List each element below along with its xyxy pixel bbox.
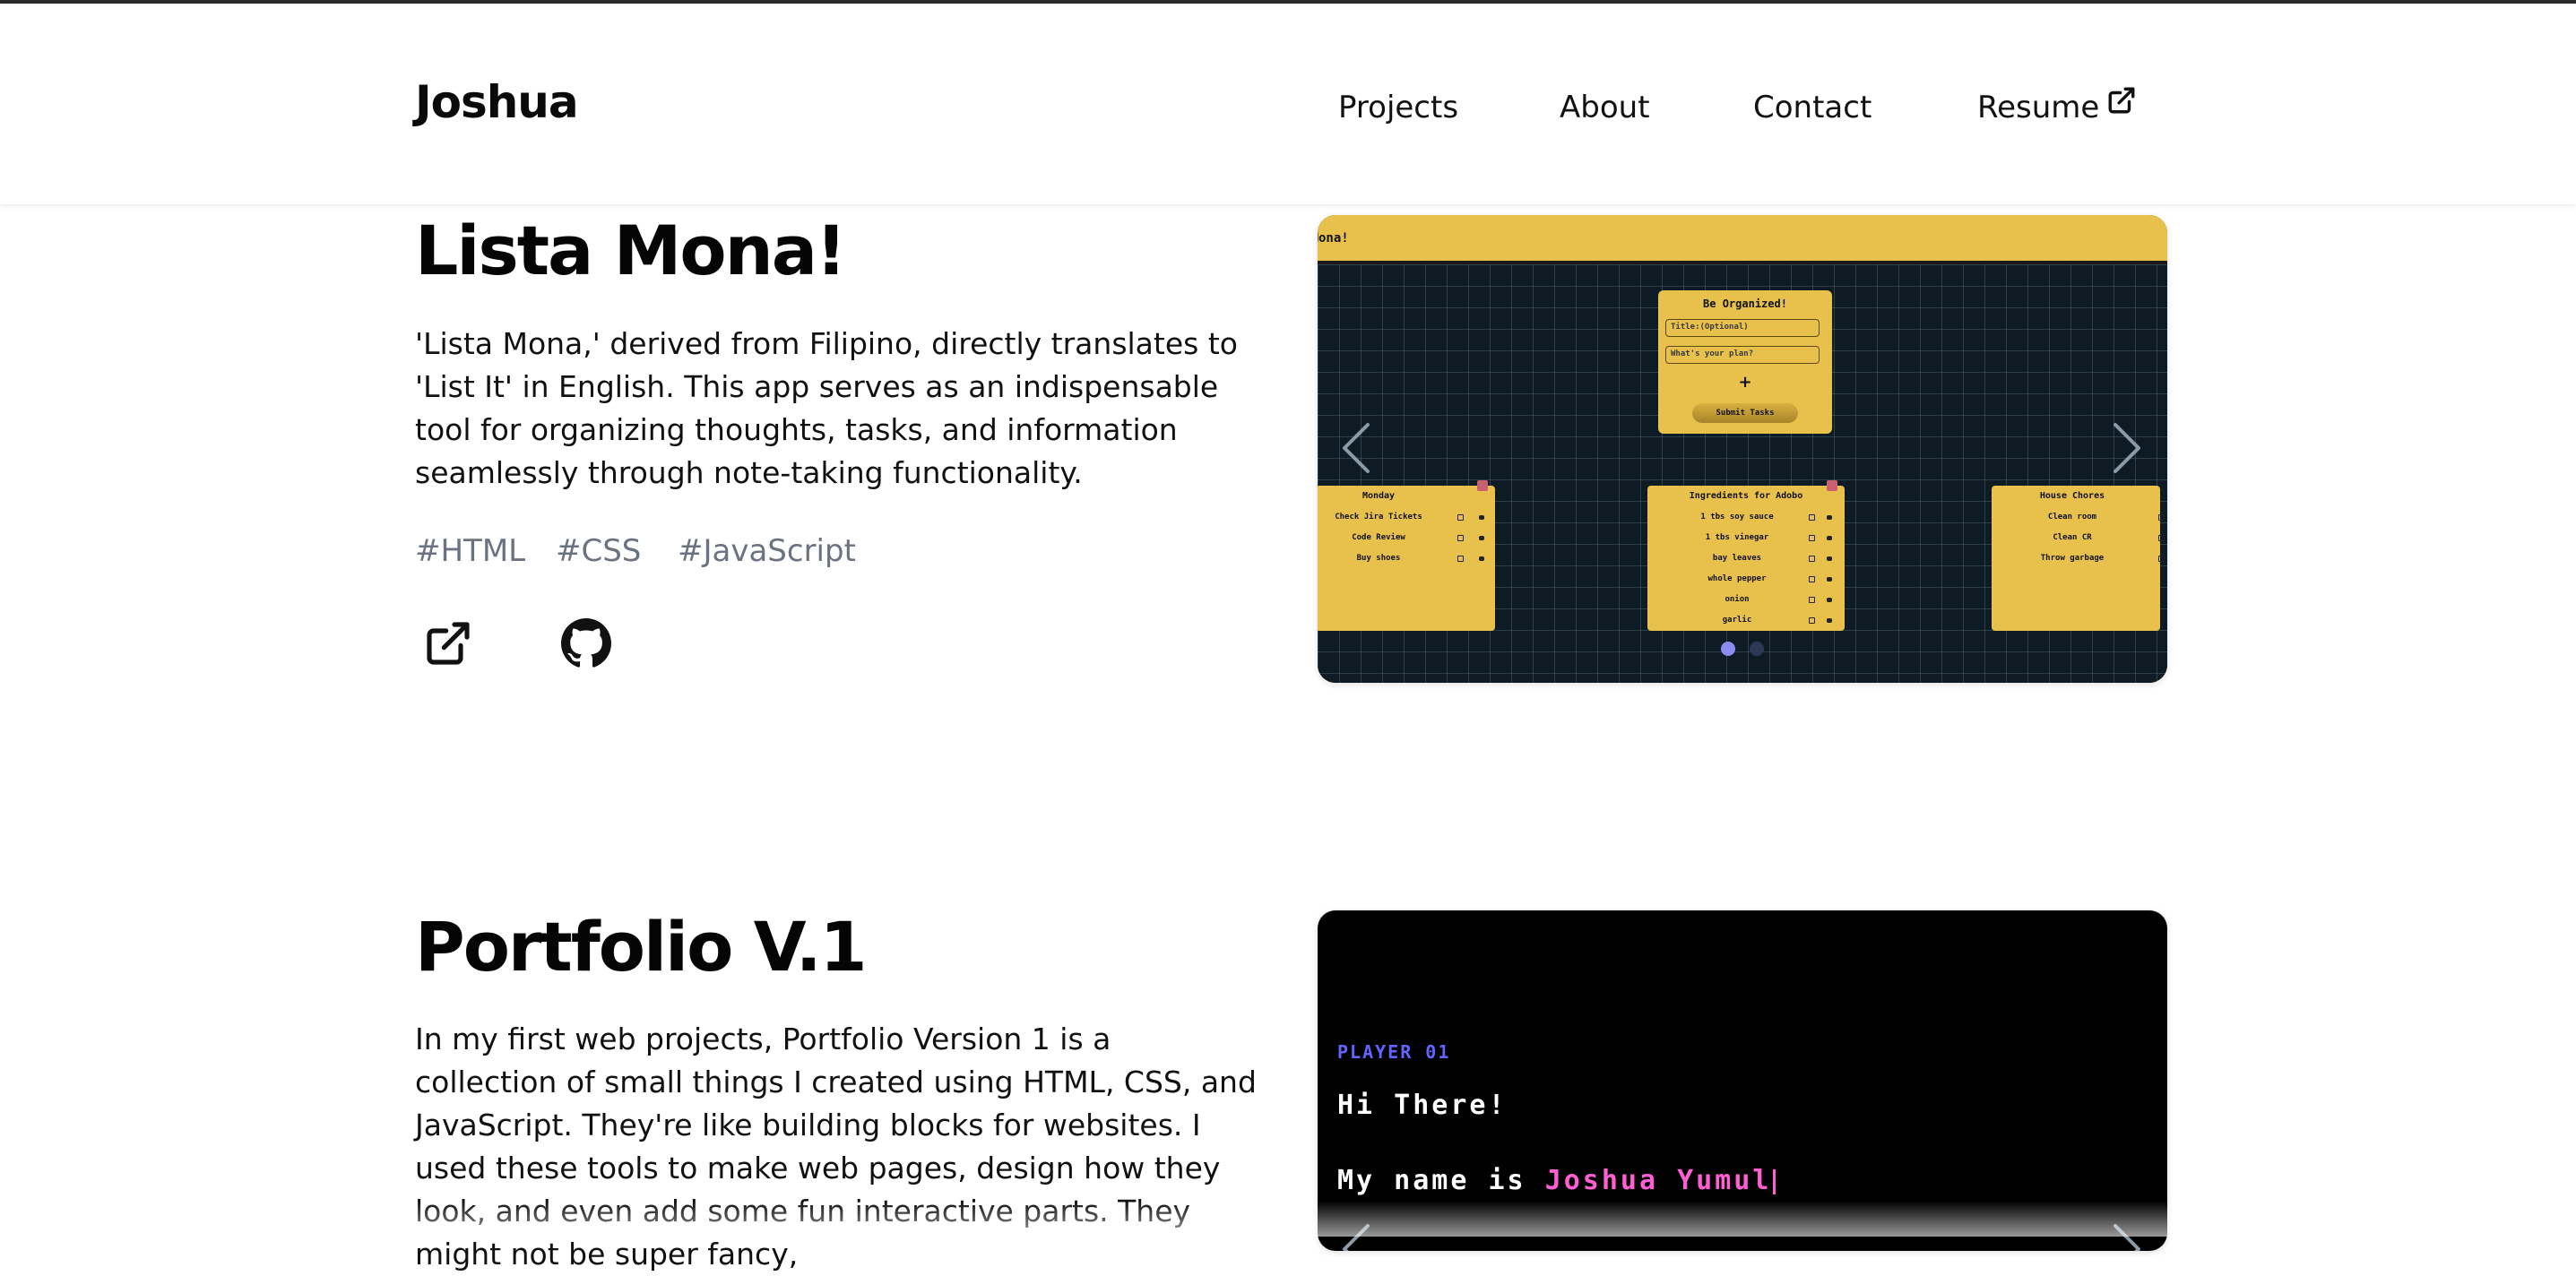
project-description: In my first web projects, Portfolio Vers… <box>415 1022 1257 1272</box>
edit-icon <box>1809 514 1815 521</box>
preview-note-adobo: Ingredients for Adobo 1 tbs soy sauce 1 … <box>1647 480 1845 631</box>
project-description: 'Lista Mona,' derived from Filipino, dir… <box>415 326 1238 490</box>
edit-icon <box>1809 556 1815 562</box>
preview-app-title: Lista Mona! <box>1318 231 1349 246</box>
nav-about-link[interactable]: About <box>1560 86 1650 129</box>
nav-resume-link[interactable]: Resume <box>1977 86 2137 129</box>
project-preview-carousel: Lista Mona! Be Organized! Title:(Optiona… <box>1318 215 2167 683</box>
carousel-next-chevron-icon[interactable] <box>2112 421 2142 475</box>
preview-task-form: Be Organized! Title:(Optional) What's yo… <box>1658 290 1832 434</box>
note-item: Check Jira Tickets <box>1318 507 1495 528</box>
site-header: Joshua Projects About Contact Resume <box>0 4 2576 204</box>
edit-icon <box>1809 597 1815 603</box>
carousel-dot[interactable] <box>1750 642 1764 656</box>
note-item: Clean CR <box>1992 528 2165 548</box>
preview-app-bar: Lista Mona! <box>1318 215 2167 264</box>
bottom-scroll-fade <box>0 1201 2576 1237</box>
edit-icon <box>2158 535 2165 541</box>
preview-plan-input: What's your plan? <box>1665 346 1820 364</box>
edit-icon <box>1457 556 1464 562</box>
preview-name-line: My name is Joshua Yumul <box>1337 1165 1776 1196</box>
delete-icon <box>1827 618 1832 623</box>
delete-icon <box>1827 536 1832 540</box>
preview-player-label: PLAYER 01 <box>1337 1041 1451 1063</box>
preview-form-title: Be Organized! <box>1703 297 1787 310</box>
typing-cursor <box>1773 1168 1776 1194</box>
edit-icon <box>1457 514 1464 521</box>
preview-title-input: Title:(Optional) <box>1665 319 1820 337</box>
note-item: 1 tbs vinegar <box>1647 528 1845 548</box>
note-item: Code Review <box>1318 528 1495 548</box>
note-title: Monday <box>1361 491 1396 501</box>
github-icon[interactable] <box>561 618 611 668</box>
note-delete-pin <box>1827 480 1837 491</box>
carousel-next-chevron-icon[interactable] <box>2112 1222 2142 1251</box>
preview-add-field-plus: + <box>1738 373 1752 392</box>
preview-name-highlight: Joshua Yumul <box>1544 1165 1772 1196</box>
external-link-icon <box>2106 84 2137 127</box>
preview-greeting: Hi There! <box>1337 1090 1508 1121</box>
note-title: House Chores <box>2039 491 2105 501</box>
live-demo-link-icon[interactable] <box>423 618 473 668</box>
edit-icon <box>1457 535 1464 541</box>
tag-html: #HTML <box>415 533 526 569</box>
preview-note-house-chores: House Chores Clean room Clean CR Throw g… <box>1992 486 2165 631</box>
preview-name-prefix: My name is <box>1337 1165 1545 1196</box>
project-title: Portfolio V.1 <box>415 907 868 987</box>
note-item: garlic <box>1647 610 1845 631</box>
tag-css: #CSS <box>556 533 642 569</box>
project-preview-carousel: PLAYER 01 Hi There! My name is Joshua Yu… <box>1318 910 2167 1251</box>
edit-icon <box>2158 514 2165 521</box>
carousel-prev-chevron-icon[interactable] <box>1341 1222 1371 1251</box>
delete-icon <box>1827 577 1832 582</box>
delete-icon <box>1479 515 1484 520</box>
carousel-prev-chevron-icon[interactable] <box>1341 421 1371 475</box>
nav-contact-link[interactable]: Contact <box>1753 86 1871 129</box>
note-delete-pin <box>1477 480 1488 491</box>
edit-icon <box>1809 576 1815 582</box>
note-title: Ingredients for Adobo <box>1689 491 1803 501</box>
nav-resume-label: Resume <box>1977 90 2100 125</box>
note-item: onion <box>1647 590 1845 610</box>
delete-icon <box>1479 556 1484 561</box>
project-title: Lista Mona! <box>415 211 847 290</box>
main-nav: Projects About Contact Resume <box>0 86 2576 129</box>
edit-icon <box>1809 535 1815 541</box>
carousel-indicators <box>1721 642 1766 658</box>
carousel-dot-active[interactable] <box>1721 642 1735 656</box>
nav-projects-link[interactable]: Projects <box>1338 86 1458 129</box>
note-item: whole pepper <box>1647 569 1845 590</box>
delete-icon <box>1827 556 1832 561</box>
tag-javascript: #JavaScript <box>678 533 856 569</box>
edit-icon <box>2158 556 2165 562</box>
edit-icon <box>1809 617 1815 624</box>
preview-note-monday: Monday Check Jira Tickets Code Review Bu… <box>1318 480 1495 631</box>
note-item: Buy shoes <box>1318 548 1495 569</box>
note-item: Clean room <box>1992 507 2165 528</box>
delete-icon <box>1827 598 1832 602</box>
delete-icon <box>1479 536 1484 540</box>
note-item: 1 tbs soy sauce <box>1647 507 1845 528</box>
note-item: Throw garbage <box>1992 548 2165 569</box>
delete-icon <box>1827 515 1832 520</box>
preview-submit-button: Submit Tasks <box>1692 403 1798 423</box>
note-item: bay leaves <box>1647 548 1845 569</box>
